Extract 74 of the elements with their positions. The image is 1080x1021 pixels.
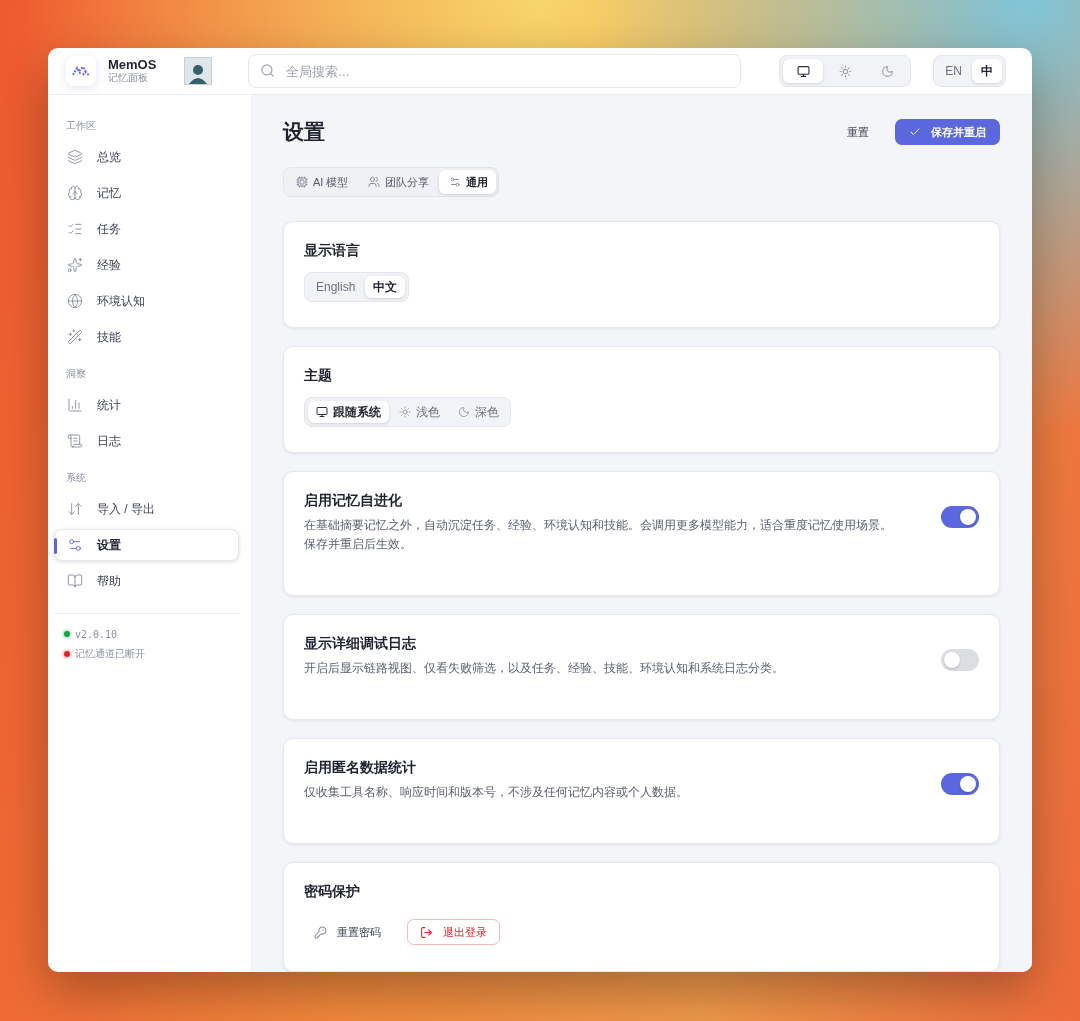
- logo-icon: [72, 66, 90, 76]
- nav-item[interactable]: 环境认知: [54, 285, 239, 317]
- language-button[interactable]: 中: [972, 59, 1002, 83]
- nav-item[interactable]: 经验: [54, 249, 239, 281]
- brain-icon: [67, 185, 83, 201]
- search-icon: [260, 63, 276, 78]
- active-indicator: [54, 538, 57, 554]
- book-icon: [67, 573, 83, 589]
- moon-icon: [880, 64, 894, 78]
- theme-button[interactable]: [783, 59, 824, 83]
- nav-item[interactable]: 记忆: [54, 177, 239, 209]
- toggle-switch[interactable]: [941, 506, 979, 528]
- status-text: v2.0.10: [75, 628, 118, 640]
- nav-item[interactable]: 任务: [54, 213, 239, 245]
- tab[interactable]: AI 模型: [286, 170, 357, 194]
- save-button[interactable]: 保存并重启: [895, 119, 1000, 145]
- magic-wand-icon: [67, 329, 83, 345]
- key-icon: [314, 925, 327, 939]
- card-description: 在基础摘要记忆之外，自动沉淀任务、经验、环境认知和技能。会调用更多模型能力，适合重度记忆使用场景。保存并重启后生效。: [304, 518, 893, 552]
- chip-icon: [296, 176, 308, 188]
- nav-item[interactable]: 设置: [54, 529, 239, 561]
- search-field[interactable]: 全局搜索...: [248, 54, 742, 88]
- sun-icon: [399, 406, 411, 418]
- language-button[interactable]: EN: [937, 59, 970, 83]
- logout-icon: [420, 925, 433, 939]
- section-label: 工作区: [65, 119, 97, 133]
- option-button[interactable]: 中文: [365, 276, 406, 298]
- nav-item[interactable]: 导入 / 导出: [54, 493, 239, 525]
- check-icon: [909, 126, 921, 138]
- card-description: 开启后显示链路视图、仅看失败筛选，以及任务、经验、技能、环境认知和系统日志分类。: [304, 661, 784, 676]
- toggle-switch[interactable]: [941, 649, 979, 671]
- page-title: 设置: [283, 119, 325, 145]
- checklist-icon: [67, 221, 83, 237]
- card-title: 显示语言: [304, 242, 361, 260]
- monitor-icon: [316, 406, 328, 418]
- nav-item[interactable]: 统计: [54, 389, 239, 421]
- layers-icon: [67, 149, 83, 165]
- tab[interactable]: 团队分享: [358, 170, 438, 194]
- logout-button[interactable]: 退出登录: [407, 919, 500, 945]
- option-button[interactable]: 深色: [450, 401, 507, 423]
- status-text: 记忆通道已断开: [75, 647, 145, 661]
- section-label: 系统: [65, 471, 87, 485]
- sliders-icon: [67, 537, 83, 553]
- moon-icon: [458, 406, 470, 418]
- app-subtitle: 记忆面板: [108, 72, 149, 84]
- app-name: MemOS: [108, 58, 157, 72]
- sun-icon: [838, 64, 852, 78]
- card-title: 密码保护: [304, 883, 361, 901]
- card-title: 显示详细调试日志: [304, 635, 417, 653]
- card-title: 启用记忆自进化: [304, 492, 403, 510]
- nav-item[interactable]: 总览: [54, 141, 239, 173]
- users-icon: [368, 176, 381, 188]
- option-button[interactable]: 跟随系统: [308, 401, 389, 423]
- sliders-icon: [449, 176, 462, 188]
- bar-chart-icon: [67, 397, 83, 413]
- monitor-icon: [796, 64, 810, 78]
- option-button[interactable]: English: [308, 276, 364, 298]
- nav-item[interactable]: 技能: [54, 321, 239, 353]
- globe-icon: [67, 293, 83, 309]
- toggle-switch[interactable]: [941, 773, 979, 795]
- avatar[interactable]: [184, 57, 213, 85]
- nav-item[interactable]: 帮助: [54, 565, 239, 597]
- reset-password-button[interactable]: 重置密码: [304, 919, 391, 945]
- reset-button[interactable]: 重置: [841, 123, 875, 141]
- card-title: 主题: [304, 367, 333, 385]
- tab[interactable]: 通用: [439, 170, 497, 194]
- card-description: 仅收集工具名称、响应时间和版本号，不涉及任何记忆内容或个人数据。: [304, 785, 688, 800]
- scroll-icon: [67, 433, 83, 449]
- sort-arrows-icon: [67, 501, 83, 517]
- section-label: 洞察: [65, 367, 87, 381]
- sparkle-icon: [67, 257, 83, 273]
- nav-item[interactable]: 日志: [54, 425, 239, 457]
- card-title: 启用匿名数据统计: [304, 759, 417, 777]
- option-button[interactable]: 浅色: [391, 401, 448, 423]
